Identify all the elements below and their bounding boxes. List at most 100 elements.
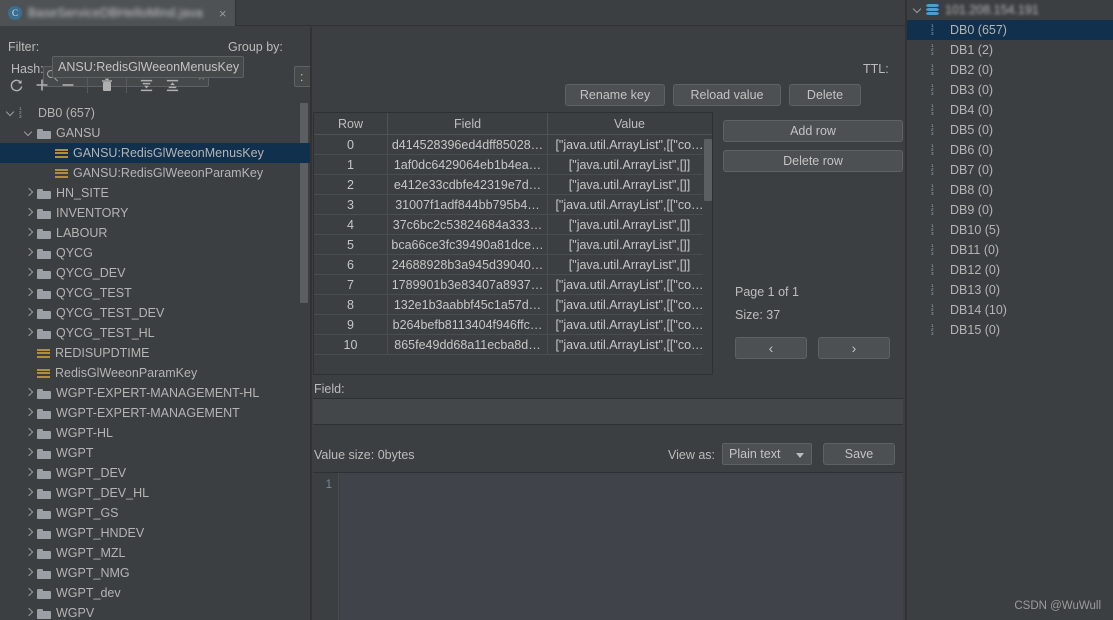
key-tree-item[interactable]: WGPT (0, 443, 310, 463)
chevron-right-icon[interactable] (24, 428, 34, 438)
database-list-item[interactable]: 1 2 3 DB5 (0) (907, 120, 1113, 140)
key-tree-item[interactable]: GANSU:RedisGlWeeonParamKey (0, 163, 310, 183)
chevron-right-icon[interactable] (24, 448, 34, 458)
key-tree-item[interactable]: QYCG_DEV (0, 263, 310, 283)
key-tree-item[interactable]: WGPT_HNDEV (0, 523, 310, 543)
database-list-item[interactable]: 1 2 3 DB0 (657) (907, 20, 1113, 40)
chevron-right-icon[interactable] (24, 488, 34, 498)
view-as-select[interactable]: Plain text (722, 443, 812, 465)
field-input[interactable] (313, 398, 903, 425)
database-list-item[interactable]: 1 2 3 DB11 (0) (907, 240, 1113, 260)
key-tree-item-label: HN_SITE (56, 186, 109, 200)
database-list-item[interactable]: 1 2 3 DB13 (0) (907, 280, 1113, 300)
key-tree-item[interactable]: RedisGlWeeonParamKey (0, 363, 310, 383)
previous-page-button[interactable]: ‹ (735, 337, 807, 359)
key-tree-item[interactable]: WGPT-EXPERT-MANAGEMENT (0, 403, 310, 423)
value-editor[interactable]: 1 (313, 472, 903, 620)
chevron-right-icon[interactable] (24, 248, 34, 258)
chevron-right-icon[interactable] (24, 268, 34, 278)
table-row[interactable]: 4 37c6bc2c53824684a333… ["java.util.ArrayL… (314, 215, 712, 235)
table-row[interactable]: 0 d414528396ed4dff85028… ["java.util.Array… (314, 135, 712, 155)
key-tree-item[interactable]: GANSU (0, 123, 310, 143)
key-tree-item[interactable]: WGPT_MZL (0, 543, 310, 563)
chevron-down-icon[interactable] (913, 5, 923, 15)
key-tree-item[interactable]: WGPV (0, 603, 310, 620)
chevron-right-icon[interactable] (24, 408, 34, 418)
key-tree-item[interactable]: WGPT_DEV (0, 463, 310, 483)
key-tree-item[interactable]: 1 2 3 DB0 (657) (0, 103, 310, 123)
keys-tree[interactable]: 1 2 3 DB0 (657) GANSU GANSU:RedisGlWeeonMenus… (0, 103, 310, 620)
table-row[interactable]: 7 1789901b3e83407a8937… ["java.util.ArrayL… (314, 275, 712, 295)
add-row-button[interactable]: Add row (723, 120, 903, 142)
key-tree-item[interactable]: WGPT-EXPERT-MANAGEMENT-HL (0, 383, 310, 403)
database-list-item[interactable]: 1 2 3 DB1 (2) (907, 40, 1113, 60)
key-tree-item[interactable]: HN_SITE (0, 183, 310, 203)
key-tree-item[interactable]: QYCG_TEST_DEV (0, 303, 310, 323)
chevron-right-icon[interactable] (24, 288, 34, 298)
database-list-item[interactable]: 1 2 3 DB4 (0) (907, 100, 1113, 120)
key-tree-item[interactable]: WGPT_dev (0, 583, 310, 603)
key-tree-item[interactable]: WGPT_NMG (0, 563, 310, 583)
chevron-right-icon[interactable] (24, 608, 34, 618)
database-list-item[interactable]: 1 2 3 DB15 (0) (907, 320, 1113, 340)
table-row[interactable]: 8 132e1b3aabbf45c1a57d… ["java.util.ArrayL… (314, 295, 712, 315)
close-icon[interactable]: × (209, 6, 227, 21)
chevron-right-icon[interactable] (24, 588, 34, 598)
database-list-item[interactable]: 1 2 3 DB7 (0) (907, 160, 1113, 180)
chevron-right-icon[interactable] (24, 228, 34, 238)
delete-row-button[interactable]: Delete row (723, 150, 903, 172)
chevron-right-icon[interactable] (24, 188, 34, 198)
add-icon[interactable] (30, 73, 54, 97)
key-tree-item[interactable]: WGPT_DEV_HL (0, 483, 310, 503)
database-list-item[interactable]: 1 2 3 DB10 (5) (907, 220, 1113, 240)
chevron-right-icon[interactable] (24, 308, 34, 318)
hash-table[interactable]: Row Field Value 0 d414528396ed4dff85028… [… (313, 112, 713, 375)
hash-table-scrollbar[interactable] (703, 139, 712, 201)
server-node[interactable]: 101.208.154.191 (907, 0, 1113, 20)
hash-type-label: Hash: (11, 62, 44, 76)
chevron-right-icon[interactable] (24, 328, 34, 338)
table-row[interactable]: 5 bca66ce3fc39490a81dce… ["java.util.Array… (314, 235, 712, 255)
key-tree-item[interactable]: GANSU:RedisGlWeeonMenusKey (0, 143, 310, 163)
key-tree-item[interactable]: WGPT_GS (0, 503, 310, 523)
database-list-item[interactable]: 1 2 3 DB6 (0) (907, 140, 1113, 160)
editor-tab[interactable]: C BaseServiceDBHelloMind.java × (0, 0, 236, 26)
database-list-item[interactable]: 1 2 3 DB14 (10) (907, 300, 1113, 320)
key-tree-item[interactable]: QYCG_TEST (0, 283, 310, 303)
database-list-item[interactable]: 1 2 3 DB9 (0) (907, 200, 1113, 220)
table-row[interactable]: 3 31007f1adf844bb795b4… ["java.util.ArrayL… (314, 195, 712, 215)
next-page-button[interactable]: › (818, 337, 890, 359)
chevron-right-icon[interactable] (24, 208, 34, 218)
key-tree-item[interactable]: LABOUR (0, 223, 310, 243)
database-list-item[interactable]: 1 2 3 DB2 (0) (907, 60, 1113, 80)
refresh-icon[interactable] (4, 73, 28, 97)
database-list-item[interactable]: 1 2 3 DB3 (0) (907, 80, 1113, 100)
table-cell-field: 865fe49dd68a11ecba8d… (388, 335, 548, 354)
chevron-right-icon[interactable] (24, 508, 34, 518)
delete-key-button[interactable]: Delete (789, 84, 861, 106)
key-tree-item[interactable]: REDISUPDTIME (0, 343, 310, 363)
chevron-right-icon[interactable] (24, 528, 34, 538)
chevron-down-icon[interactable] (6, 108, 16, 118)
key-tree-item[interactable]: QYCG_TEST_HL (0, 323, 310, 343)
reload-value-button[interactable]: Reload value (673, 84, 781, 106)
table-row[interactable]: 1 1af0dc6429064eb1b4ea… ["java.util.ArrayL… (314, 155, 712, 175)
editor-text-area[interactable] (340, 473, 903, 620)
database-list-item[interactable]: 1 2 3 DB12 (0) (907, 260, 1113, 280)
chevron-right-icon[interactable] (24, 568, 34, 578)
database-list-item[interactable]: 1 2 3 DB8 (0) (907, 180, 1113, 200)
key-tree-item[interactable]: WGPT-HL (0, 423, 310, 443)
table-row[interactable]: 9 b264befb8113404f946ffc… ["java.util.Arra… (314, 315, 712, 335)
save-button[interactable]: Save (823, 443, 895, 465)
chevron-right-icon[interactable] (24, 388, 34, 398)
table-row[interactable]: 6 24688928b3a945d39040… ["java.util.ArrayL… (314, 255, 712, 275)
chevron-down-icon[interactable] (24, 128, 34, 138)
key-name-input[interactable]: ANSU:RedisGlWeeonMenusKey (52, 56, 244, 78)
table-row[interactable]: 2 e412e33cdbfe42319e7d… ["java.util.ArrayL… (314, 175, 712, 195)
chevron-right-icon[interactable] (24, 468, 34, 478)
key-tree-item[interactable]: INVENTORY (0, 203, 310, 223)
key-tree-item[interactable]: QYCG (0, 243, 310, 263)
table-row[interactable]: 10 865fe49dd68a11ecba8d… ["java.util.Array… (314, 335, 712, 355)
rename-key-button[interactable]: Rename key (565, 84, 665, 106)
chevron-right-icon[interactable] (24, 548, 34, 558)
